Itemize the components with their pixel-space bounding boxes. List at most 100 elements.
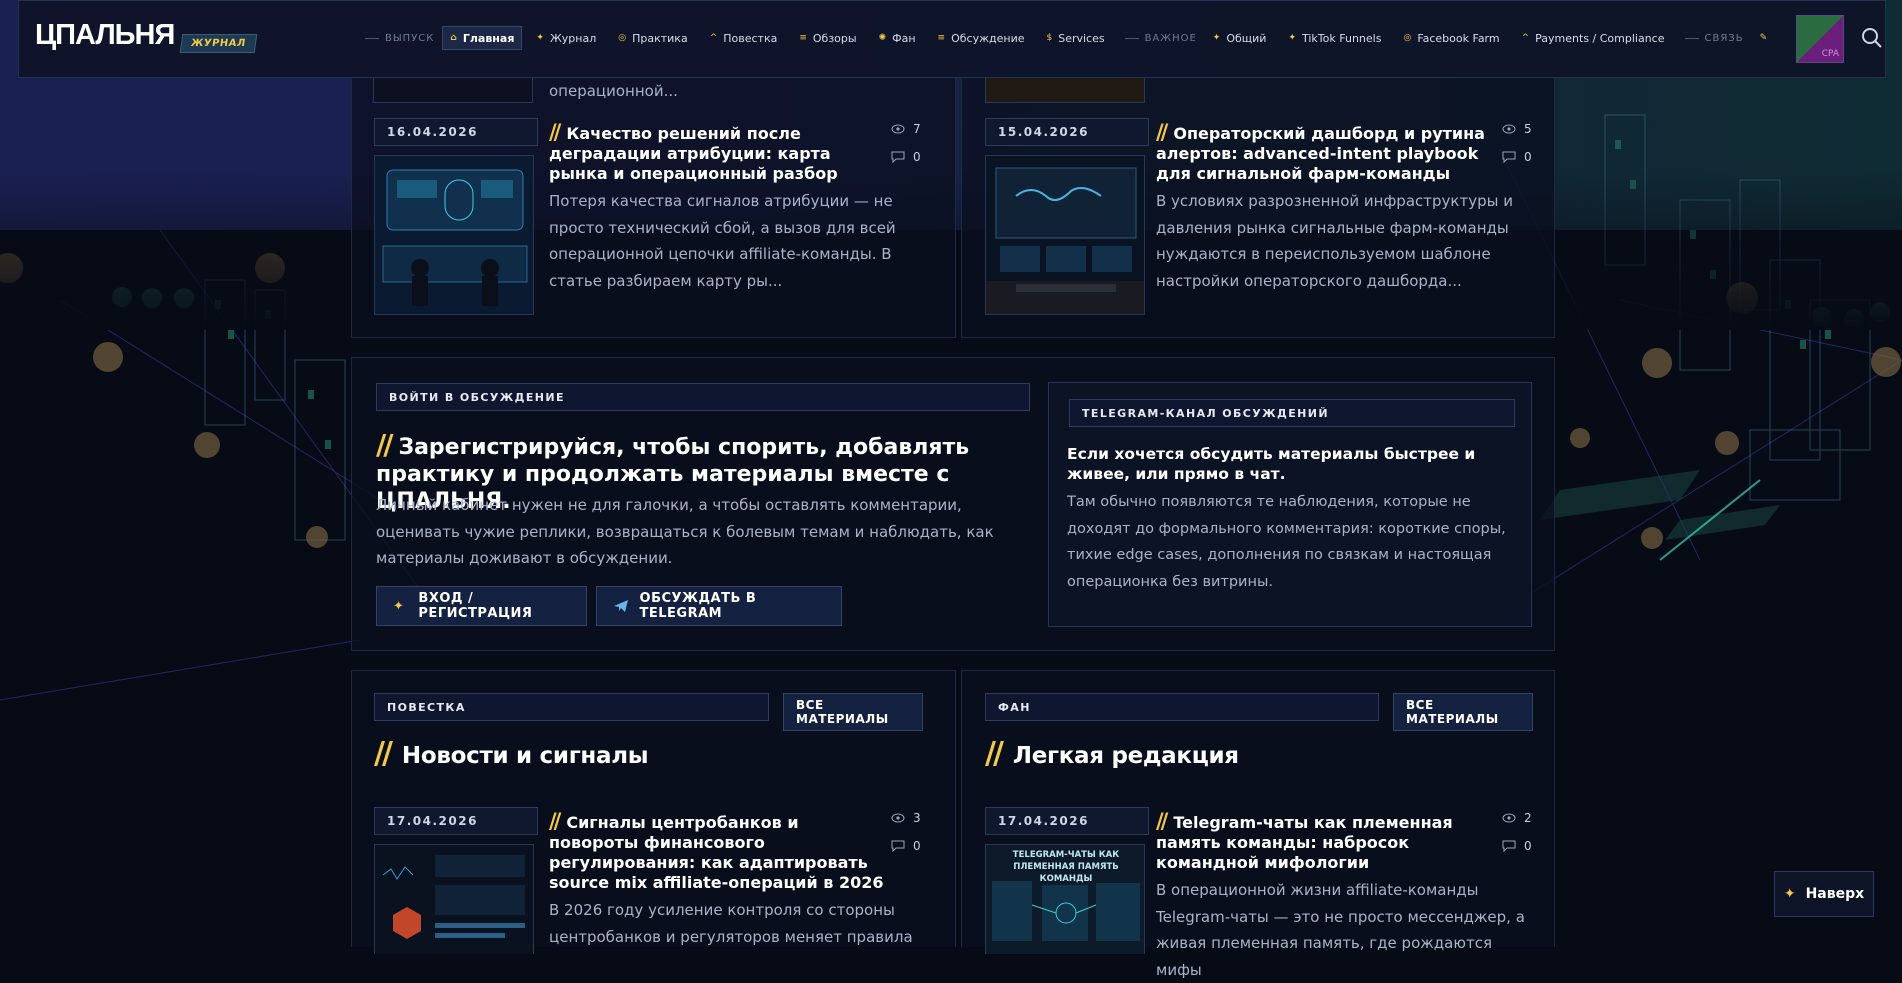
logo-badge: ЖУРНАЛ: [179, 34, 258, 53]
section-label: ПОВЕСТКА: [374, 693, 769, 721]
article-thumbnail[interactable]: [985, 155, 1145, 315]
section-title: // Легкая редакция: [985, 736, 1239, 771]
search-icon[interactable]: [1861, 27, 1883, 49]
article-date: 17.04.2026: [374, 807, 538, 835]
nav-item-general[interactable]: ✦ Общий: [1205, 26, 1275, 50]
article-title-text: Качество решений после деградации атрибу…: [549, 124, 838, 183]
views-count: 2: [1524, 811, 1532, 825]
section-agenda: ПОВЕСТКА ВСЕ МАТЕРИАЛЫ // Новости и сигна…: [351, 670, 956, 954]
article-thumbnail-fragment: [985, 78, 1145, 103]
login-register-label: ВХОД / РЕГИСТРАЦИЯ: [418, 591, 533, 621]
dashboard-illustration: [986, 156, 1144, 314]
comment-icon: [891, 151, 905, 163]
article-title-text: Telegram-чаты как племенная память коман…: [1156, 813, 1453, 872]
nav-item-journal[interactable]: ✦ Журнал: [528, 26, 604, 50]
nav-item-facebook-farm[interactable]: ◎ Facebook Farm: [1395, 26, 1507, 50]
control-room-illustration: [375, 156, 533, 314]
target-icon: ◎: [1403, 33, 1412, 43]
home-icon: ⌂: [450, 33, 457, 43]
section-fun: ФАН ВСЕ МАТЕРИАЛЫ // Легкая редакция 17.0…: [961, 670, 1555, 979]
views-count: 3: [913, 811, 921, 825]
caret-icon: ^: [709, 33, 718, 43]
telegram-icon: [614, 600, 628, 612]
caret-icon: ^: [1521, 33, 1530, 43]
nav-label: Services: [1058, 31, 1105, 45]
comments-counter: 0: [891, 150, 921, 164]
nav-item-agenda[interactable]: ^ Повестка: [702, 26, 786, 50]
telegram-label: TELEGRAM-КАНАЛ ОБСУЖДЕНИЙ: [1069, 399, 1515, 427]
finance-dashboard-illustration: [375, 845, 533, 954]
views-counter: 3: [891, 811, 921, 825]
discuss-telegram-button[interactable]: ОБСУЖДАТЬ В TELEGRAM: [596, 586, 842, 626]
nav-label: Практика: [632, 31, 688, 45]
nav-item-tiktok-funnels[interactable]: ✦ TikTok Funnels: [1280, 26, 1389, 50]
article-thumbnail[interactable]: TELEGRAM-ЧАТЫ КАК ПЛЕМЕННАЯ ПАМЯТЬ КОМАН…: [985, 844, 1145, 954]
all-materials-button[interactable]: ВСЕ МАТЕРИАЛЫ: [783, 693, 923, 731]
nav-item-services[interactable]: $ Services: [1038, 26, 1112, 50]
article-title[interactable]: //Операторский дашборд и рутина алертов:…: [1156, 122, 1496, 184]
article-thumbnail[interactable]: [374, 844, 534, 954]
section-title: // Новости и сигналы: [374, 736, 649, 771]
eye-icon: [1502, 813, 1516, 823]
article-title-text: Операторский дашборд и рутина алертов: a…: [1156, 124, 1485, 183]
slashes-decoration: //: [1156, 809, 1168, 833]
discussion-text: Личный кабинет нужен не для галочки, а ч…: [376, 496, 994, 567]
nav-item-contact-edit[interactable]: ✎: [1752, 26, 1782, 50]
article-thumbnail[interactable]: [374, 155, 534, 315]
comments-count: 0: [1524, 150, 1532, 164]
avatar[interactable]: CPA: [1796, 15, 1844, 63]
eye-icon: [891, 124, 905, 134]
article-title[interactable]: //Качество решений после деградации атри…: [549, 122, 889, 184]
nav-item-fun[interactable]: ✺ Фан: [871, 26, 924, 50]
slashes-decoration: //: [374, 736, 393, 771]
nav-item-payments-compliance[interactable]: ^ Payments / Compliance: [1514, 26, 1673, 50]
nav-label: Обсуждение: [951, 31, 1025, 45]
nav-label: Главная: [462, 31, 515, 45]
comments-counter: 0: [891, 839, 921, 853]
nav-item-reviews[interactable]: ≡ Обзоры: [791, 26, 864, 50]
article-card[interactable]: операционной... 16.04.2026 //Качество ре…: [351, 78, 956, 338]
telegram-text: Там обычно появляются те наблюдения, кот…: [1067, 494, 1506, 590]
nav-label: TikTok Funnels: [1302, 31, 1382, 45]
section-label: ФАН: [985, 693, 1379, 721]
article-title-text: Сигналы центробанков и повороты финансов…: [549, 813, 884, 892]
discussion-label: ВОЙТИ В ОБСУЖДЕНИЕ: [376, 383, 1030, 411]
views-count: 7: [913, 122, 921, 136]
network-illustration: [992, 881, 1140, 941]
star-icon: ✦: [393, 598, 405, 614]
article-excerpt-fragment: операционной...: [549, 82, 678, 100]
comment-icon: [1502, 840, 1516, 852]
edit-icon: ✎: [1759, 33, 1768, 43]
article-title[interactable]: //Telegram-чаты как племенная память ком…: [1156, 811, 1496, 873]
nav-label: Фан: [892, 31, 916, 45]
slashes-decoration: //: [376, 428, 394, 461]
views-counter: 7: [891, 122, 921, 136]
nav-separator-contact: СВЯЗЬ: [1685, 33, 1744, 44]
eye-icon: [1502, 124, 1516, 134]
slashes-decoration: //: [985, 736, 1004, 771]
nav-item-practice[interactable]: ◎ Практика: [610, 26, 695, 50]
discuss-telegram-label: ОБСУЖДАТЬ В TELEGRAM: [639, 591, 757, 621]
nav-item-home[interactable]: ⌂ Главная: [442, 26, 523, 50]
nav-label: Общий: [1226, 31, 1267, 45]
nav-label: Журнал: [549, 31, 597, 45]
article-excerpt: В 2026 году усиление контроля со стороны…: [549, 901, 913, 946]
nav-item-discussion[interactable]: ≡ Обсуждение: [930, 26, 1033, 50]
all-materials-button[interactable]: ВСЕ МАТЕРИАЛЫ: [1393, 693, 1533, 731]
article-excerpt: Потеря качества сигналов атрибуции — не …: [549, 192, 896, 290]
article-title[interactable]: //Сигналы центробанков и повороты финанс…: [549, 811, 889, 893]
comments-count: 0: [913, 839, 921, 853]
eye-icon: [891, 813, 905, 823]
nav-label: Facebook Farm: [1417, 31, 1500, 45]
star-icon: ✦: [1288, 33, 1296, 43]
article-card[interactable]: 15.04.2026 //Операторский дашборд и рути…: [961, 78, 1555, 338]
login-register-button[interactable]: ✦ ВХОД / РЕГИСТРАЦИЯ: [376, 586, 587, 626]
site-logo[interactable]: ЦПАЛЬНЯ: [35, 19, 175, 52]
site-header: ЦПАЛЬНЯ ЖУРНАЛ ВЫПУСК ⌂ Главная ✦ Журнал ◎…: [18, 0, 1886, 78]
list-icon: ≡: [937, 33, 946, 43]
views-counter: 5: [1502, 122, 1532, 136]
section-title-text: Легкая редакция: [1012, 743, 1239, 769]
back-to-top-button[interactable]: ✦ Наверх: [1774, 871, 1874, 917]
telegram-title: Если хочется обсудить материалы быстрее …: [1067, 445, 1476, 483]
views-counter: 2: [1502, 811, 1532, 825]
